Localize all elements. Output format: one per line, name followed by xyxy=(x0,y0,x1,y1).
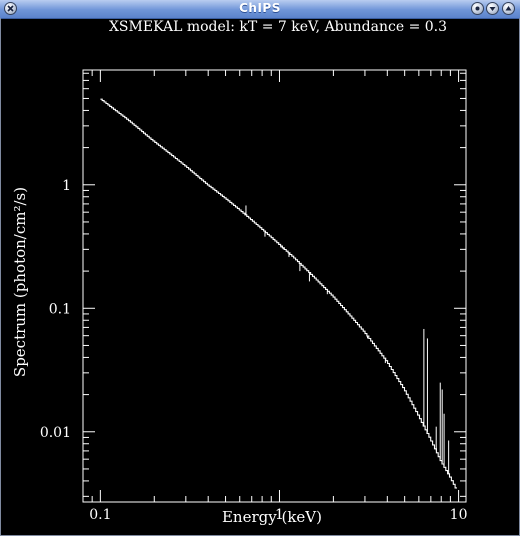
x-axis-label: Energy (keV) xyxy=(222,508,322,526)
axis-tick-labels: 0.1 1 100.010.11 xyxy=(40,178,468,523)
axis-ticks xyxy=(82,70,466,502)
minimize-icon[interactable] xyxy=(471,2,484,15)
spectrum-series-line xyxy=(100,98,457,489)
window-titlebar[interactable]: ChIPS xyxy=(0,0,520,19)
x-tick-label: 10 xyxy=(450,507,468,523)
shade-icon[interactable] xyxy=(486,2,499,15)
y-tick-label: 0.01 xyxy=(40,425,71,441)
window-title: ChIPS xyxy=(239,1,281,15)
chips-window: ChIPS XSMEKAL model: kT = 7 keV, Abundan… xyxy=(0,0,520,536)
emission-lines xyxy=(245,205,450,474)
y-tick-label: 0.1 xyxy=(49,301,71,317)
chart-title: XSMEKAL model: kT = 7 keV, Abundance = 0… xyxy=(109,19,447,35)
maximize-icon[interactable] xyxy=(502,2,515,15)
x-tick-label: 0.1 xyxy=(89,507,111,523)
spectrum-chart: XSMEKAL model: kT = 7 keV, Abundance = 0… xyxy=(11,19,468,526)
plot-frame xyxy=(82,69,467,503)
y-axis-label: Spectrum (photon/cm²/s) xyxy=(11,187,29,377)
y-tick-label: 1 xyxy=(62,178,71,194)
